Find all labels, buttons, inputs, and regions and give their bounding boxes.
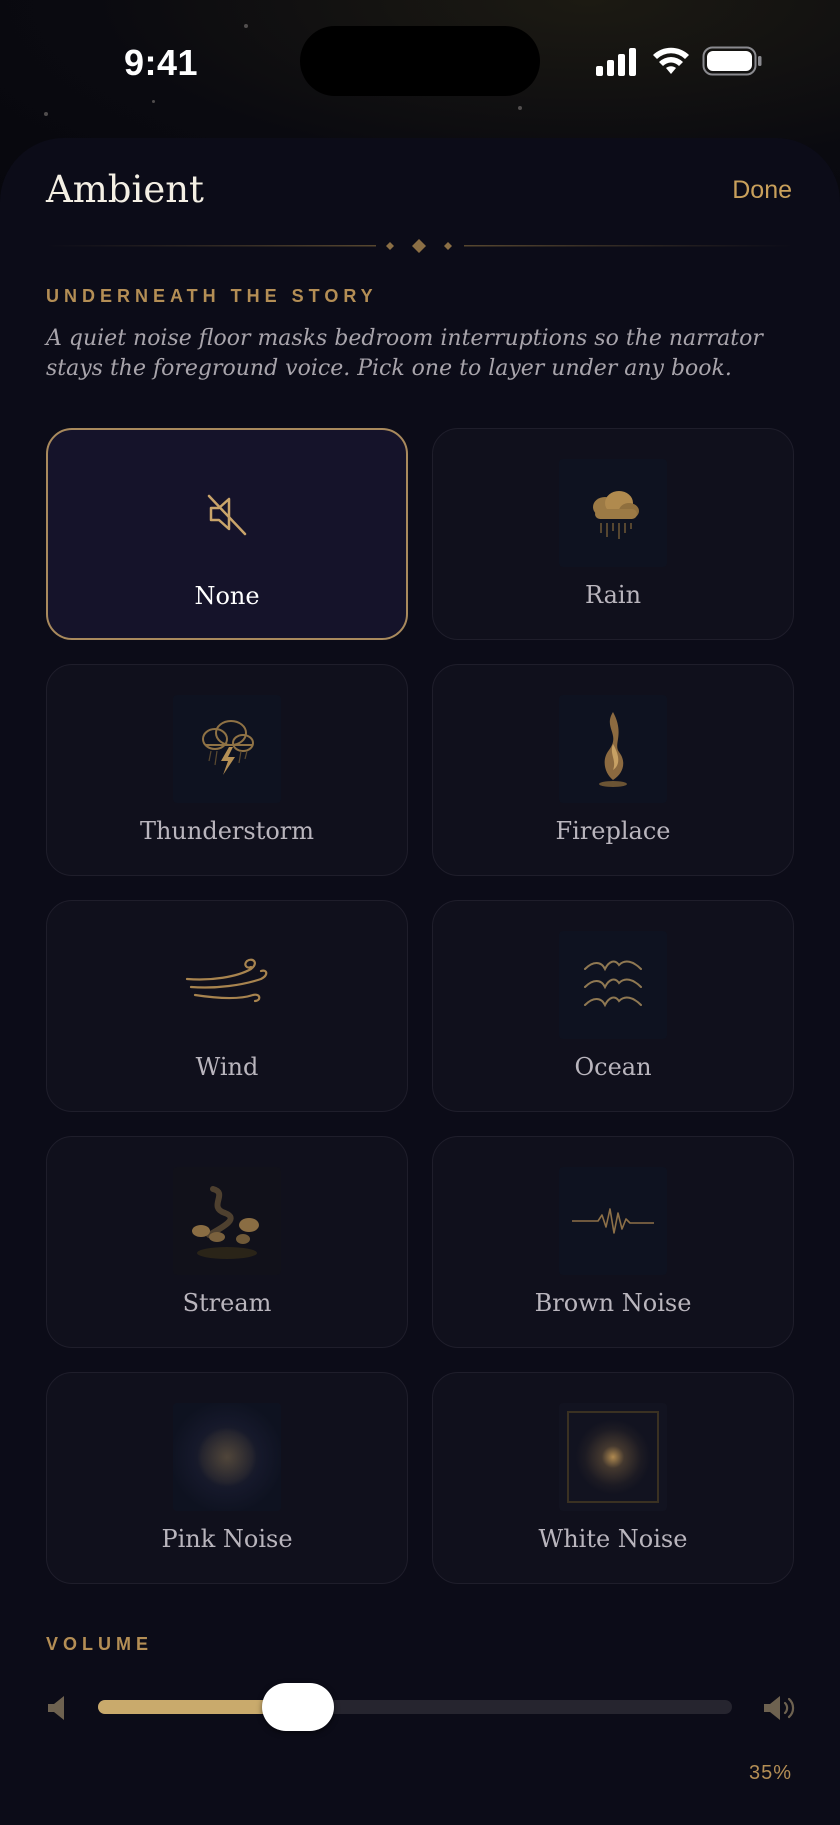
stream-icon [192, 1186, 259, 1259]
card-label: Brown Noise [534, 1289, 692, 1317]
flame-icon [599, 712, 627, 787]
volume-slider[interactable] [98, 1683, 732, 1731]
sheet-title: Ambient [46, 168, 204, 211]
volume-slider-thumb[interactable] [261, 1683, 334, 1731]
sound-option-wind[interactable]: Wind [46, 900, 408, 1112]
card-label: Thunderstorm [139, 817, 315, 845]
wind-icon [185, 958, 268, 1003]
card-art [559, 1403, 667, 1511]
status-time: 9:41 [124, 42, 199, 83]
sound-option-thunderstorm[interactable]: Thunderstorm [46, 664, 408, 876]
section-intro: A quiet noise floor masks bedroom interr… [46, 326, 763, 381]
volume-label: VOLUME [46, 1634, 154, 1654]
status-bar: 9:41 [0, 0, 840, 124]
sound-option-ocean[interactable]: Ocean [432, 900, 794, 1112]
card-art [559, 1167, 667, 1275]
sound-option-fireplace[interactable]: Fireplace [432, 664, 794, 876]
card-label: White Noise [538, 1525, 688, 1553]
section-eyebrow: UNDERNEATH THE STORY [46, 286, 378, 306]
waves-icon [584, 960, 642, 1008]
card-art [173, 931, 281, 1039]
sound-option-none[interactable]: None [46, 428, 408, 640]
pink-noise-icon [197, 1427, 257, 1487]
white-noise-icon [567, 1411, 659, 1503]
battery-icon [702, 46, 762, 76]
card-art [173, 460, 281, 568]
done-button[interactable]: Done [732, 176, 792, 205]
card-art [559, 931, 667, 1039]
volume-value: 35% [748, 1762, 792, 1784]
card-label: Stream [182, 1289, 272, 1317]
rain-cloud-icon [593, 491, 639, 539]
card-label: Ocean [574, 1053, 652, 1081]
sound-option-brown-noise[interactable]: Brown Noise [432, 1136, 794, 1348]
cellular-signal-icon [596, 48, 636, 76]
card-label: Wind [195, 1053, 259, 1081]
sound-option-rain[interactable]: Rain [432, 428, 794, 640]
waveform-icon [572, 1208, 654, 1234]
dynamic-island [300, 26, 540, 96]
wifi-icon [653, 47, 689, 74]
card-label: None [194, 582, 260, 610]
card-art [173, 1403, 281, 1511]
thunderstorm-icon [202, 720, 254, 775]
volume-low-icon [48, 1696, 64, 1720]
sound-grid: None Rain Thunderstorm Fireplace Wind Oc… [46, 428, 794, 1584]
card-label: Pink Noise [161, 1525, 293, 1553]
card-label: Rain [584, 581, 642, 609]
card-art [173, 695, 281, 803]
sound-option-white-noise[interactable]: White Noise [432, 1372, 794, 1584]
sound-option-stream[interactable]: Stream [46, 1136, 408, 1348]
volume-high-icon [764, 1696, 795, 1720]
mute-icon [207, 494, 247, 536]
card-art [559, 459, 667, 567]
card-label: Fireplace [555, 817, 671, 845]
ornament-divider [46, 239, 794, 253]
card-art [173, 1167, 281, 1275]
card-art [559, 695, 667, 803]
sound-option-pink-noise[interactable]: Pink Noise [46, 1372, 408, 1584]
